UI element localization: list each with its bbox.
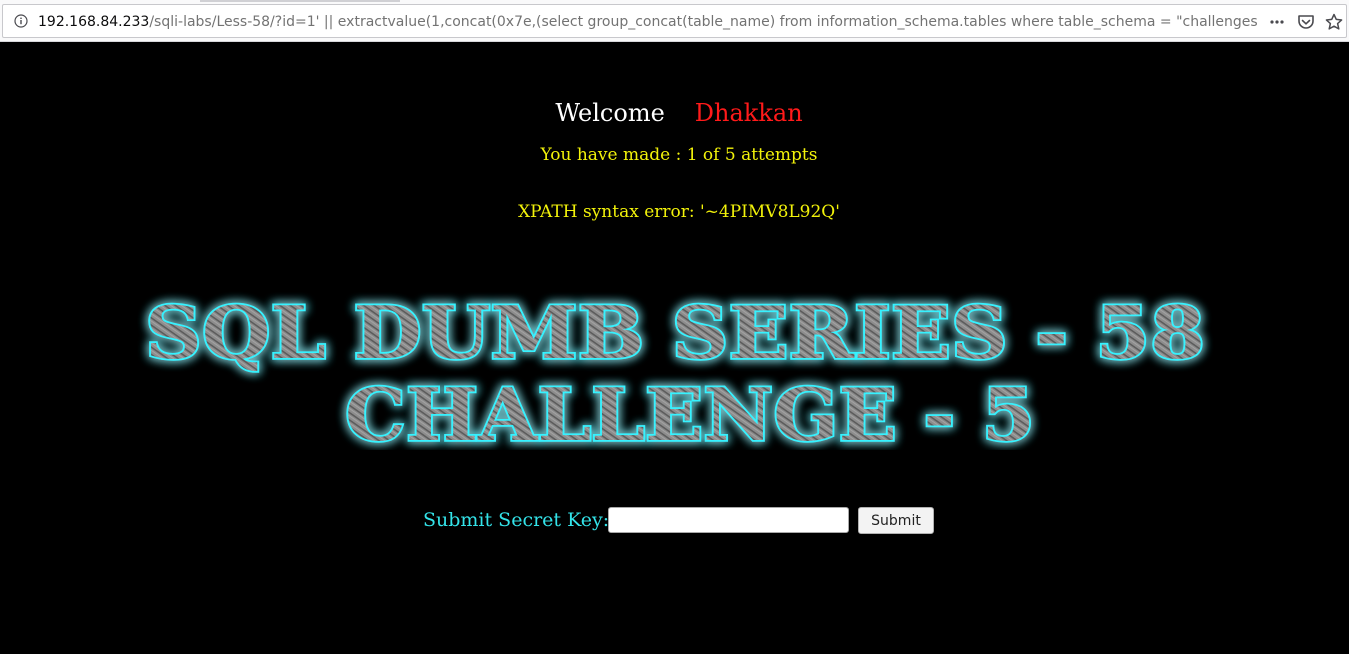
page-content: Welcome Dhakkan You have made : 1 of 5 at… (0, 42, 1349, 654)
banner-line-1: SQL DUMB SERIES - 58 (145, 290, 1205, 375)
browser-toolbar: 192.168.84.233/sqli-labs/Less-58/?id=1' … (0, 0, 1349, 42)
url-host: 192.168.84.233 (38, 14, 150, 30)
welcome-username: Dhakkan (694, 99, 803, 127)
pocket-icon[interactable] (1296, 13, 1316, 31)
secret-key-label: Submit Secret Key: (423, 509, 610, 531)
attempts-counter: You have made : 1 of 5 attempts (540, 145, 818, 165)
url-text[interactable]: 192.168.84.233/sqli-labs/Less-58/?id=1' … (38, 13, 1258, 31)
secret-key-form: Submit Secret Key: Submit (0, 506, 1349, 536)
tab-strip-edge (200, 0, 400, 2)
banner-line-2: CHALLENGE - 5 (345, 372, 1035, 450)
secret-key-input[interactable] (608, 507, 849, 533)
challenge-banner: SQL DUMB SERIES - 58 CHALLENGE - 5 (143, 288, 1207, 450)
address-bar[interactable]: 192.168.84.233/sqli-labs/Less-58/?id=1' … (2, 4, 1347, 38)
url-path: /sqli-labs/Less-58/?id=1' || extractvalu… (149, 14, 1258, 30)
page-actions-icon[interactable] (1267, 13, 1287, 31)
xpath-error-message: XPATH syntax error: '~4PIMV8L92Q' (518, 202, 840, 222)
info-icon[interactable] (14, 14, 28, 28)
bookmark-star-icon[interactable] (1324, 13, 1344, 31)
welcome-label: Welcome (555, 99, 665, 127)
submit-button[interactable]: Submit (858, 507, 934, 534)
welcome-line: Welcome Dhakkan (0, 98, 1349, 128)
